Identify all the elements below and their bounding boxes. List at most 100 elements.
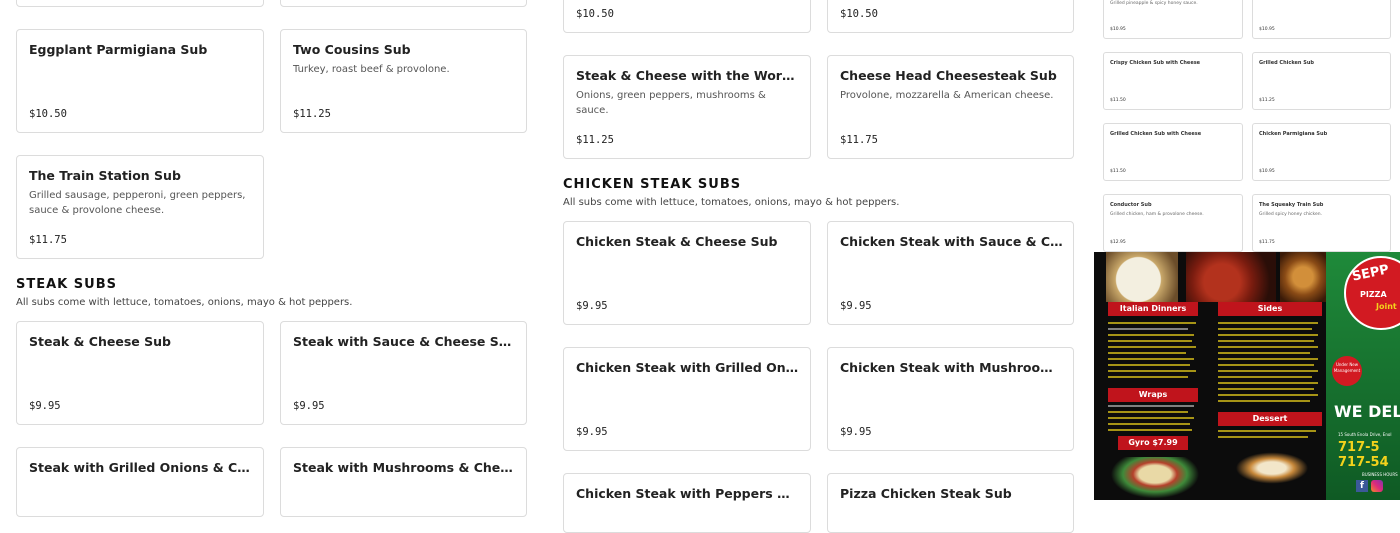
section-subtitle: All subs come with lettuce, tomatoes, on… xyxy=(16,297,353,308)
food-photo-pasta xyxy=(1106,252,1178,302)
flyer-text-line xyxy=(1108,322,1196,324)
menu-item-card-small[interactable]: The Squeaky Train Sub Grilled spicy hone… xyxy=(1252,194,1391,252)
item-price: $9.95 xyxy=(840,300,872,312)
section-title-chicken-steak-subs: CHICKEN STEAK SUBS xyxy=(563,177,742,192)
flyer-text-line xyxy=(1218,364,1314,366)
item-name: Chicken Steak with Sauce & Cheese Sub xyxy=(840,234,1063,249)
brand-name-line3: Joint xyxy=(1376,302,1397,311)
item-name: Pizza Chicken Steak Sub xyxy=(840,486,1012,501)
menu-item-card[interactable]: Eggplant Parmigiana Sub $10.50 xyxy=(16,29,264,133)
menu-item-card[interactable]: Chicken Steak with Peppers & Cheese Sub xyxy=(563,473,811,533)
menu-item-card-partial[interactable] xyxy=(16,0,264,7)
flyer-text-line xyxy=(1108,358,1194,360)
flyer-text-line xyxy=(1218,394,1318,396)
flyer-text-line xyxy=(1218,346,1318,348)
menu-item-card-small[interactable]: Grilled pineapple & spicy honey sauce. $… xyxy=(1103,0,1243,39)
item-price: $9.95 xyxy=(840,426,872,438)
menu-item-card-small[interactable]: $10.95 xyxy=(1252,0,1391,39)
flyer-text-line xyxy=(1108,405,1194,407)
menu-item-card[interactable]: $10.50 xyxy=(827,0,1074,33)
item-name: Steak with Mushrooms & Cheese Sub xyxy=(293,460,516,475)
flyer-text-line xyxy=(1218,400,1310,402)
item-name: Eggplant Parmigiana Sub xyxy=(29,42,208,57)
flyer-text-line xyxy=(1108,370,1196,372)
menu-flyer-image[interactable]: Italian Dinners Wraps Gyro $7.99 Sides D… xyxy=(1094,252,1400,500)
menu-item-card-partial[interactable] xyxy=(280,0,527,7)
item-price: $11.75 xyxy=(1259,240,1275,245)
menu-item-card[interactable]: Chicken Steak with Sauce & Cheese Sub $9… xyxy=(827,221,1074,325)
item-name: Steak with Sauce & Cheese Sub xyxy=(293,334,516,349)
menu-item-card[interactable]: Steak with Sauce & Cheese Sub $9.95 xyxy=(280,321,527,425)
flyer-text-line xyxy=(1218,370,1318,372)
item-price: $10.50 xyxy=(840,8,878,20)
food-photo-gyro xyxy=(1108,457,1202,500)
menu-item-card[interactable]: Steak with Mushrooms & Cheese Sub xyxy=(280,447,527,517)
delivery-banner: WE DELI xyxy=(1334,402,1400,421)
flyer-text-line xyxy=(1108,364,1190,366)
menu-item-card-small[interactable]: Conductor Sub Grilled chicken, ham & pro… xyxy=(1103,194,1243,252)
flyer-text-line xyxy=(1108,417,1194,419)
menu-item-card[interactable]: Chicken Steak with Mushroom & Cheese... … xyxy=(827,347,1074,451)
flyer-text-line xyxy=(1218,334,1318,336)
item-name: Steak & Cheese Sub xyxy=(29,334,171,349)
menu-item-card[interactable]: Steak with Grilled Onions & Cheese Sub xyxy=(16,447,264,517)
menu-item-card[interactable]: Cheese Head Cheesesteak Sub Provolone, m… xyxy=(827,55,1074,159)
item-name: Chicken Parmigiana Sub xyxy=(1259,131,1328,137)
item-description: Provolone, mozzarella & American cheese. xyxy=(840,90,1054,101)
item-price: $11.25 xyxy=(1259,98,1275,103)
menu-item-card[interactable]: The Train Station Sub Grilled sausage, p… xyxy=(16,155,264,259)
flyer-heading-sides: Sides xyxy=(1218,302,1322,316)
menu-item-card-small[interactable]: Crispy Chicken Sub with Cheese $11.50 xyxy=(1103,52,1243,110)
facebook-icon: f xyxy=(1356,480,1368,492)
menu-item-card[interactable]: Two Cousins Sub Turkey, roast beef & pro… xyxy=(280,29,527,133)
brand-name-line2: PIZZA xyxy=(1360,290,1387,299)
flyer-text-line xyxy=(1218,430,1316,432)
item-price: $10.95 xyxy=(1259,169,1275,174)
item-name: Conductor Sub xyxy=(1110,202,1152,208)
item-price: $12.95 xyxy=(1110,240,1126,245)
item-price: $9.95 xyxy=(576,426,608,438)
flyer-text-line xyxy=(1108,340,1192,342)
flyer-text-line xyxy=(1108,411,1188,413)
item-name: Cheese Head Cheesesteak Sub xyxy=(840,68,1057,83)
item-price: $11.75 xyxy=(29,234,67,246)
item-price: $11.75 xyxy=(840,134,878,146)
menu-item-card-small[interactable]: Grilled Chicken Sub $11.25 xyxy=(1252,52,1391,110)
menu-item-card-small[interactable]: Grilled Chicken Sub with Cheese $11.50 xyxy=(1103,123,1243,181)
flyer-text-line xyxy=(1218,322,1318,324)
menu-item-card[interactable]: Chicken Steak with Grilled Onions &... $… xyxy=(563,347,811,451)
flyer-text-line xyxy=(1218,352,1310,354)
flyer-text-line xyxy=(1108,334,1194,336)
menu-item-card[interactable]: $10.50 xyxy=(563,0,811,33)
item-price: $9.95 xyxy=(293,400,325,412)
item-price: $11.25 xyxy=(576,134,614,146)
menu-item-card[interactable]: Steak & Cheese with the Works Sub Onions… xyxy=(563,55,811,159)
menu-item-card[interactable]: Chicken Steak & Cheese Sub $9.95 xyxy=(563,221,811,325)
item-name: The Squeaky Train Sub xyxy=(1259,202,1324,208)
food-photo-cannoli xyxy=(1226,448,1318,488)
flyer-text-line xyxy=(1218,328,1312,330)
item-name: Steak with Grilled Onions & Cheese Sub xyxy=(29,460,253,475)
flyer-heading-dessert: Dessert xyxy=(1218,412,1322,426)
flyer-text-line xyxy=(1108,376,1188,378)
flyer-phone-1: 717-5 xyxy=(1338,440,1380,455)
item-name: Grilled Chicken Sub with Cheese xyxy=(1110,131,1202,137)
menu-item-card[interactable]: Pizza Chicken Steak Sub xyxy=(827,473,1074,533)
flyer-text-line xyxy=(1218,388,1314,390)
food-photo-wings xyxy=(1186,252,1276,302)
item-description: Grilled sausage, pepperoni, green pepper… xyxy=(29,190,246,216)
flyer-text-line xyxy=(1108,429,1192,431)
item-name: The Train Station Sub xyxy=(29,168,181,183)
item-name: Chicken Steak with Grilled Onions &... xyxy=(576,360,800,375)
menu-item-card-small[interactable]: Chicken Parmigiana Sub $10.95 xyxy=(1252,123,1391,181)
menu-item-card[interactable]: Steak & Cheese Sub $9.95 xyxy=(16,321,264,425)
flyer-text-line xyxy=(1218,436,1308,438)
item-name: Two Cousins Sub xyxy=(293,42,411,57)
item-name: Chicken Steak with Mushroom & Cheese... xyxy=(840,360,1063,375)
item-description: Grilled chicken, ham & provolone cheese. xyxy=(1110,212,1204,217)
item-name: Steak & Cheese with the Works Sub xyxy=(576,68,800,83)
item-price: $9.95 xyxy=(29,400,61,412)
flyer-heading-wraps: Wraps xyxy=(1108,388,1198,402)
flyer-hours: BUSINESS HOURS xyxy=(1362,472,1398,477)
item-price: $11.50 xyxy=(1110,98,1126,103)
